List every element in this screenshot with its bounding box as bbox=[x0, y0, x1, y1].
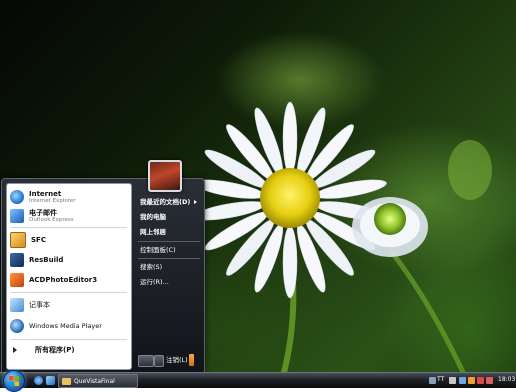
tray-app-icon[interactable] bbox=[468, 377, 475, 384]
program-title: 电子邮件 bbox=[29, 208, 57, 217]
tray-help-icon[interactable] bbox=[449, 377, 456, 384]
program-title: 记事本 bbox=[29, 301, 50, 309]
all-programs-label: 所有程序(P) bbox=[35, 346, 75, 354]
notepad-icon bbox=[10, 298, 24, 312]
windows-logo-icon bbox=[9, 376, 19, 386]
arrow-right-icon bbox=[194, 200, 197, 204]
separator bbox=[11, 339, 127, 340]
taskbar-button-quevistafinal[interactable]: QueVistaFinal bbox=[58, 374, 138, 388]
tray-security-icon[interactable] bbox=[477, 377, 484, 384]
menu-item-run[interactable]: 运行(R)... bbox=[140, 276, 169, 288]
ime-indicator[interactable]: TT bbox=[437, 375, 444, 385]
start-menu: Internet Internet Explorer 电子邮件 Outlook … bbox=[1, 160, 205, 373]
quicklaunch-ie-icon[interactable] bbox=[34, 376, 43, 385]
program-subtitle: Internet Explorer bbox=[29, 197, 76, 204]
tray-keyboard-icon[interactable] bbox=[429, 377, 436, 384]
all-programs-button[interactable]: 所有程序(P) bbox=[13, 344, 125, 356]
menu-item-control-panel[interactable]: 控制面板(C) bbox=[140, 244, 176, 256]
sfc-icon bbox=[10, 232, 26, 248]
user-account-picture[interactable] bbox=[148, 160, 182, 192]
program-windows-media-player[interactable]: Windows Media Player bbox=[10, 317, 128, 335]
system-tray: TT 18:03 bbox=[428, 373, 516, 388]
start-menu-places-panel: 我最近的文档(D) 我的电脑 网上邻居 控制面板(C) 搜索(S) 运行(R).… bbox=[136, 196, 202, 371]
separator bbox=[11, 292, 127, 293]
separator bbox=[11, 227, 127, 228]
tray-speaker-icon[interactable] bbox=[486, 377, 493, 384]
lock-button[interactable] bbox=[154, 355, 164, 367]
resbuild-icon bbox=[10, 253, 24, 267]
menu-item-recent-documents[interactable]: 我最近的文档(D) bbox=[140, 196, 190, 208]
taskbar: QueVistaFinal TT 18:03 bbox=[0, 370, 516, 392]
media-player-icon bbox=[10, 319, 24, 333]
clock[interactable]: 18:03 bbox=[498, 375, 515, 385]
taskbar-button-label: QueVistaFinal bbox=[74, 377, 115, 385]
menu-item-my-computer[interactable]: 我的电脑 bbox=[140, 211, 166, 223]
start-button[interactable] bbox=[3, 370, 25, 392]
program-outlook-express[interactable]: 电子邮件 Outlook Express bbox=[10, 207, 128, 225]
program-internet-explorer[interactable]: Internet Internet Explorer bbox=[10, 188, 128, 206]
program-notepad[interactable]: 记事本 bbox=[10, 296, 128, 314]
program-acd-photo-editor[interactable]: ACDPhotoEditor3 bbox=[10, 271, 128, 289]
acd-photo-editor-icon bbox=[10, 273, 24, 287]
menu-item-search[interactable]: 搜索(S) bbox=[140, 261, 162, 273]
program-resbuild[interactable]: ResBuild bbox=[10, 251, 128, 269]
program-title: Windows Media Player bbox=[29, 322, 102, 330]
arrow-right-icon bbox=[13, 347, 17, 353]
log-off-button[interactable]: 注销(L) bbox=[166, 355, 188, 365]
program-title: ResBuild bbox=[29, 256, 64, 264]
program-sfc[interactable]: SFC bbox=[10, 231, 128, 249]
separator bbox=[138, 241, 200, 242]
power-button[interactable] bbox=[138, 355, 154, 367]
tray-arrow-icon[interactable] bbox=[459, 377, 466, 384]
log-off-icon[interactable] bbox=[189, 354, 194, 366]
program-title: ACDPhotoEditor3 bbox=[29, 276, 98, 284]
folder-icon bbox=[62, 377, 71, 385]
start-menu-programs-panel: Internet Internet Explorer 电子邮件 Outlook … bbox=[6, 183, 132, 370]
internet-explorer-icon bbox=[10, 190, 24, 204]
program-subtitle: Outlook Express bbox=[29, 216, 74, 223]
program-title: SFC bbox=[31, 236, 46, 244]
separator bbox=[138, 258, 200, 259]
menu-item-network-places[interactable]: 网上邻居 bbox=[140, 226, 166, 238]
outlook-express-icon bbox=[10, 209, 24, 223]
quicklaunch-desktop-icon[interactable] bbox=[46, 376, 55, 385]
program-title: Internet bbox=[29, 189, 62, 198]
